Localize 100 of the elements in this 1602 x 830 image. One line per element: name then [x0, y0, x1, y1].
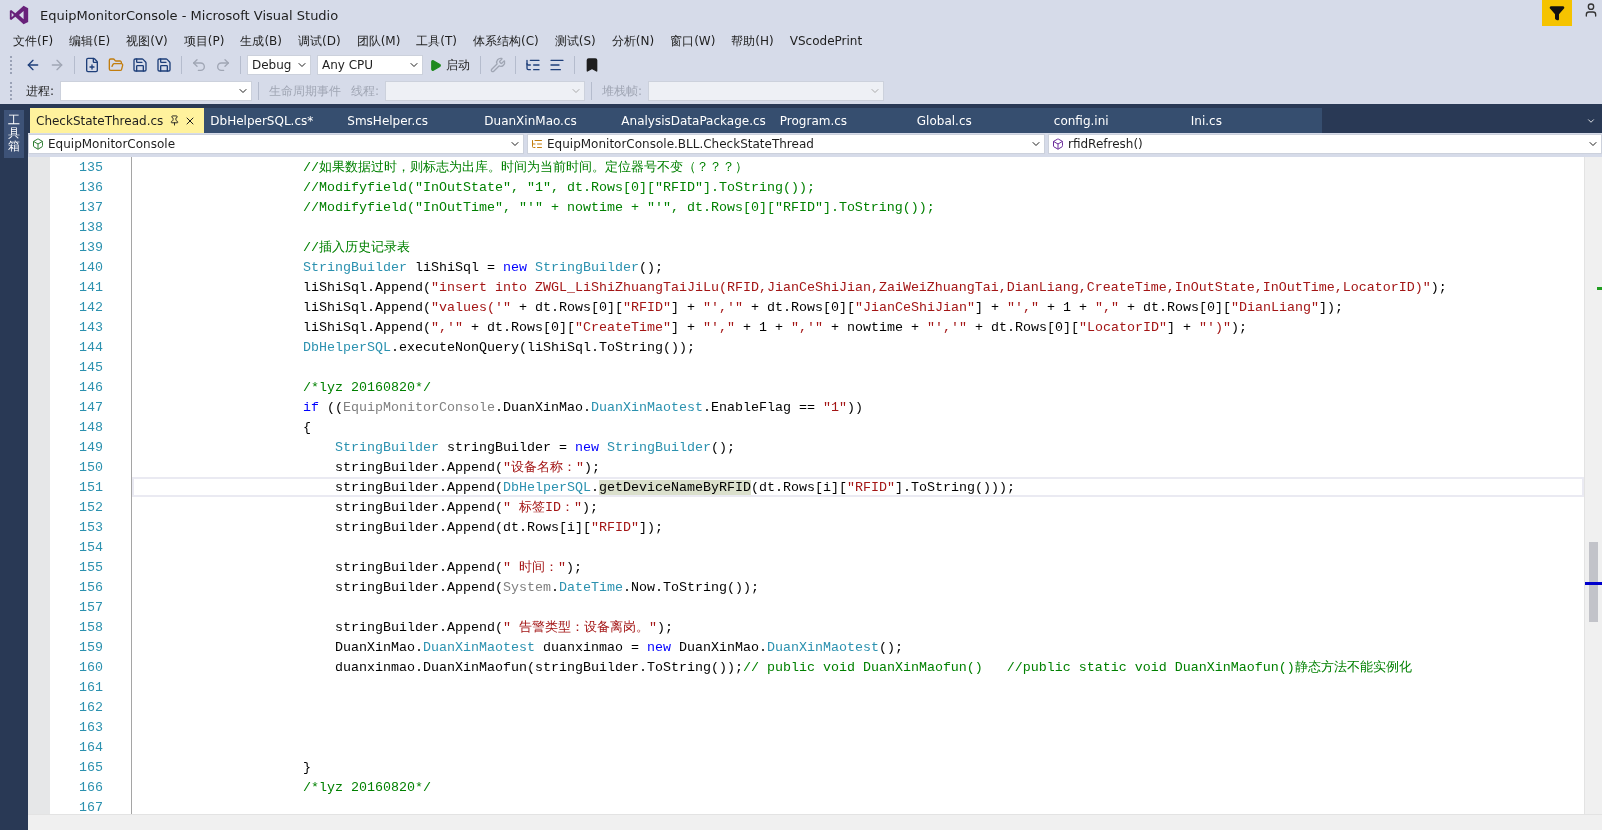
- filter-button[interactable]: [1542, 0, 1572, 26]
- code-line: stringBuilder.Append(System.DateTime.Now.ToString());: [335, 579, 759, 595]
- code-line: StringBuilder stringBuilder = new StringBuilder();: [335, 439, 735, 455]
- line-number: 153: [78, 519, 103, 535]
- line-number: 138: [78, 219, 103, 235]
- new-file-icon: [84, 57, 100, 73]
- document-tab[interactable]: Program.cs: [773, 108, 911, 133]
- code-line: liShiSql.Append(",'" + dt.Rows[0]["CreateTime"] + "'," + 1 + ",'" + nowtime + "','" + dt.Rows[0]["LocatorID"] + "')");: [303, 319, 1247, 335]
- document-tab[interactable]: Ini.cs: [1184, 108, 1322, 133]
- code-line: stringBuilder.Append(" 标签ID：");: [335, 499, 598, 516]
- line-number: 141: [78, 279, 103, 295]
- menu-item[interactable]: VScodePrint: [782, 32, 870, 50]
- menu-item[interactable]: 编辑(E): [62, 30, 118, 52]
- code-line: liShiSql.Append("insert into ZWGL_LiShiZhuangTaiJiLu(RFID,JianCeShiJian,ZaiWeiZhuangTai,DianLiang,CreateTime,InOutState,InOutTime,LocatorID)");: [303, 279, 1447, 295]
- code-line: //Modifyfield("InOutState", "1", dt.Rows[0]["RFID"].ToString());: [303, 179, 815, 195]
- line-number: 148: [78, 419, 103, 435]
- menu-item[interactable]: 工具(T): [409, 30, 465, 52]
- line-number: 150: [78, 459, 103, 475]
- type-dropdown[interactable]: EquipMonitorConsole.BLL.CheckStateThread: [527, 134, 1045, 154]
- code-line: {: [303, 419, 311, 435]
- code-line: StringBuilder liShiSql = new StringBuilder();: [303, 259, 663, 275]
- line-number: 167: [78, 799, 103, 814]
- line-number: 140: [78, 259, 103, 275]
- line-number: 165: [78, 759, 103, 775]
- line-number: 157: [78, 599, 103, 615]
- code-line: //插入历史记录表: [303, 239, 410, 256]
- code-line: }: [303, 759, 311, 775]
- line-number: 145: [78, 359, 103, 375]
- undo-icon: [191, 57, 207, 73]
- code-line: stringBuilder.Append(" 时间：");: [335, 559, 582, 576]
- configuration-dropdown[interactable]: Debug: [247, 55, 311, 75]
- bookmark-icon: [584, 57, 600, 73]
- code-line: DuanXinMao.DuanXinMaotest duanxinmao = new DuanXinMao.DuanXinMaotest();: [335, 639, 903, 655]
- member-dropdown[interactable]: rfidRefresh(): [1048, 134, 1602, 154]
- document-tab[interactable]: SmsHelper.cs: [341, 108, 479, 133]
- list-tree-icon: [525, 57, 541, 73]
- menu-item[interactable]: 项目(P): [176, 30, 232, 52]
- redo-icon: [215, 57, 231, 73]
- person-icon: [1583, 2, 1599, 18]
- line-number: 146: [78, 379, 103, 395]
- menu-item[interactable]: 窗口(W): [663, 30, 723, 52]
- cube-icon: [1052, 138, 1064, 150]
- line-number: 166: [78, 779, 103, 795]
- play-icon: [429, 58, 442, 72]
- line-number: 137: [78, 199, 103, 215]
- document-tab[interactable]: AnalysisDataPackage.cs: [615, 108, 774, 133]
- wrench-icon: [490, 57, 506, 73]
- menu-item[interactable]: 分析(N): [604, 30, 662, 52]
- line-number: 144: [78, 339, 103, 355]
- line-number: 161: [78, 679, 103, 695]
- line-number: 149: [78, 439, 103, 455]
- menu-item[interactable]: 视图(V): [119, 30, 175, 52]
- line-number: 143: [78, 319, 103, 335]
- platform-dropdown[interactable]: Any CPU: [317, 55, 423, 75]
- line-number: 152: [78, 499, 103, 515]
- process-label: 进程:: [26, 82, 55, 100]
- document-tab[interactable]: Global.cs: [910, 108, 1048, 133]
- code-line: /*lyz 20160820*/: [303, 779, 431, 795]
- code-line: DbHelperSQL.executeNonQuery(liShiSql.ToString());: [303, 339, 695, 355]
- class-icon: [531, 138, 543, 150]
- line-number: 163: [78, 719, 103, 735]
- menu-item[interactable]: 团队(M): [349, 30, 408, 52]
- folder-icon: [108, 57, 124, 73]
- code-line: duanxinmao.DuanXinMaofun(stringBuilder.ToString());// public void DuanXinMaofun() //public static void DuanXinMaofun()静态方法不能实例化: [335, 659, 1412, 676]
- line-number: 155: [78, 559, 103, 575]
- document-tab[interactable]: DuanXinMao.cs: [478, 108, 616, 133]
- line-number: 139: [78, 239, 103, 255]
- horizontal-scrollbar[interactable]: [28, 814, 1602, 830]
- code-line: //Modifyfield("InOutTime", "'" + nowtime + "'", dt.Rows[0]["RFID"].ToString());: [303, 199, 935, 215]
- vertical-scrollbar[interactable]: [1584, 157, 1602, 814]
- line-number: 135: [78, 159, 103, 175]
- line-number: 147: [78, 399, 103, 415]
- project-dropdown[interactable]: EquipMonitorConsole: [28, 134, 524, 154]
- menu-item[interactable]: 体系结构(C): [466, 30, 546, 52]
- window-title: EquipMonitorConsole - Microsoft Visual Studio: [40, 7, 339, 23]
- side-panel-tab[interactable]: 工具箱: [4, 110, 24, 158]
- menu-item[interactable]: 生成(B): [233, 30, 289, 52]
- menu-item[interactable]: 测试(S): [547, 30, 603, 52]
- document-tab[interactable]: config.ini: [1047, 108, 1185, 133]
- code-line: stringBuilder.Append(" 告警类型：设备离岗。");: [335, 619, 673, 636]
- document-tab[interactable]: DbHelperSQL.cs*: [204, 108, 342, 133]
- line-number: 151: [78, 479, 103, 495]
- line-number: 156: [78, 579, 103, 595]
- start-button[interactable]: 启动: [425, 56, 474, 74]
- code-line: liShiSql.Append("values('" + dt.Rows[0]["RFID"] + "','" + dt.Rows[0]["JianCeShiJian"] + "'," + 1 + "," + dt.Rows[0]["DianLiang"]);: [303, 299, 1343, 315]
- menu-item[interactable]: 文件(F): [6, 30, 61, 52]
- pin-icon[interactable]: [169, 115, 181, 126]
- menu-item[interactable]: 调试(D): [291, 30, 348, 52]
- line-number: 142: [78, 299, 103, 315]
- save-icon: [132, 57, 148, 73]
- menu-item[interactable]: 帮助(H): [724, 30, 781, 52]
- line-number: 159: [78, 639, 103, 655]
- app-logo-icon: [8, 4, 30, 26]
- line-number: 154: [78, 539, 103, 555]
- code-line: stringBuilder.Append("设备名称：");: [335, 459, 600, 476]
- code-line: //如果数据过时，则标志为出库。时间为当前时间。定位器号不变（？？？）: [303, 159, 748, 176]
- document-tab[interactable]: CheckStateThread.cs: [30, 108, 205, 133]
- forward-arrow-icon: [49, 57, 65, 73]
- line-number: 164: [78, 739, 103, 755]
- code-line: if ((EquipMonitorConsole.DuanXinMao.DuanXinMaotest.EnableFlag == "1")): [303, 399, 863, 415]
